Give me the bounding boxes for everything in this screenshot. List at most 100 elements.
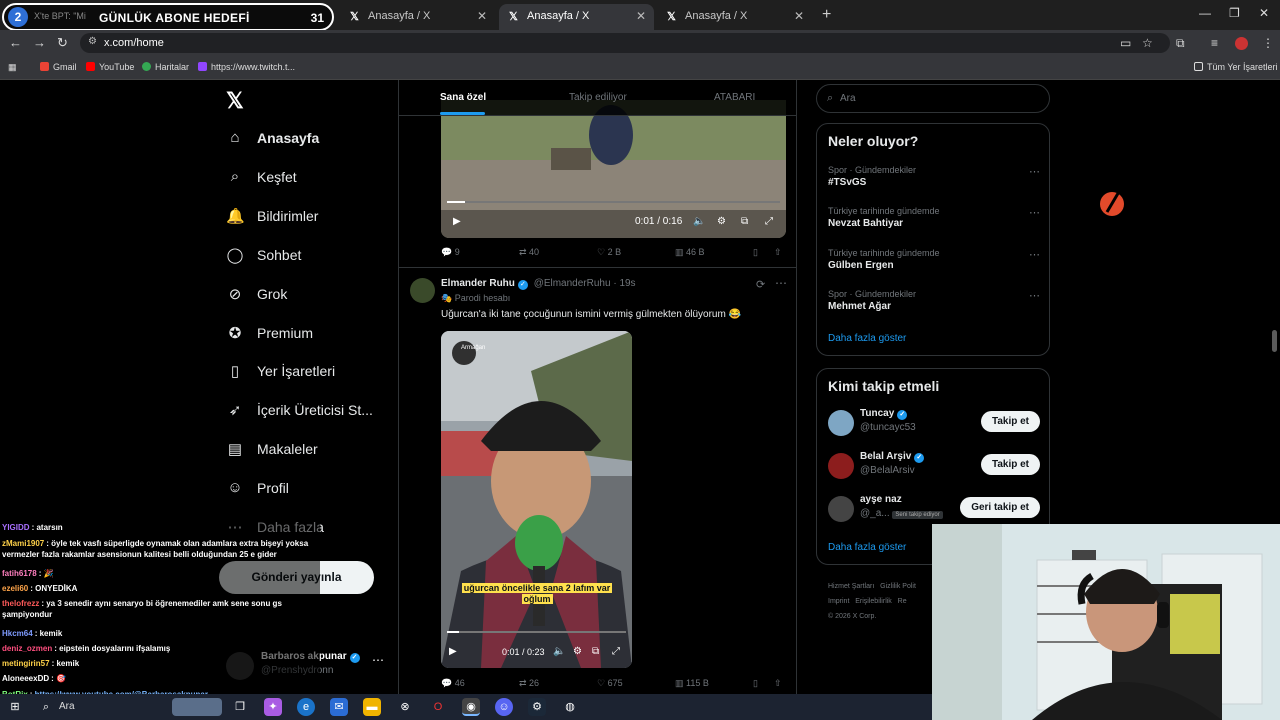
close-tab-icon[interactable]: ✕ [636,9,646,23]
opera-icon[interactable]: O [429,698,447,716]
more-dots-icon[interactable]: ⋯ [1029,248,1040,261]
profile-avatar-icon[interactable] [1235,37,1248,50]
follow-button[interactable]: Takip et [980,411,1040,432]
more-dots-icon[interactable]: ⋯ [775,276,787,290]
back-icon[interactable]: ← [9,35,22,50]
tab-atabari[interactable]: ATABARI [714,92,755,103]
search-input[interactable]: ⌕ Ara [816,84,1050,113]
widgets-icon[interactable] [172,698,222,716]
settings-icon[interactable]: ⚙ [573,646,582,657]
show-more-link[interactable]: Daha fazla göster [828,333,906,344]
edge-icon[interactable]: e [297,698,315,716]
like-button[interactable]: ♡ 2 B [597,247,621,258]
bookmark-maps[interactable]: Haritalar [142,62,189,72]
reply-button[interactable]: 💬 9 [441,247,460,258]
scrollbar[interactable] [1272,330,1277,352]
follow-suggestion[interactable]: Belal Arşiv ✓ @BelalArsiv Takip et [828,451,1040,485]
x-logo-icon[interactable]: 𝕏 [226,88,244,114]
forward-icon[interactable]: → [33,35,46,50]
settings-icon[interactable]: ⚙ [717,216,726,227]
file-explorer-icon[interactable]: ▬ [363,698,381,716]
views-button[interactable]: ▥ 46 B [675,247,705,258]
menu-icon[interactable]: ⋮ [1262,36,1274,50]
steam-icon[interactable]: ⚙ [528,698,546,716]
volume-icon[interactable]: 🔈 [693,216,705,227]
all-bookmarks[interactable]: Tüm Yer İşaretleri [1194,62,1278,72]
tweet[interactable]: Elmander Ruhu ✓ @ElmanderRuhu · 19s ⟳ ⋯ 🎭… [399,267,796,717]
author-name[interactable]: Elmander Ruhu [441,278,515,289]
video-player[interactable]: Armağan uğurcan öncelikle sana 2 lafım v… [441,331,632,668]
trend-item[interactable]: Spor · Gündemdekiler Mehmet Ağar ⋯ [828,289,1040,323]
tab-following[interactable]: Takip ediliyor [569,92,627,103]
mail-icon[interactable]: ✉ [330,698,348,716]
video-player[interactable]: ▶ 0:01 / 0:16 🔈 ⚙ ⧉ ⤢ [441,100,786,238]
footer-link[interactable]: Gizlilik Polit [880,583,916,590]
more-dots-icon[interactable]: ⋯ [1029,165,1040,178]
minimize-icon[interactable]: — [1199,6,1211,20]
cast-icon[interactable]: ▭ [1120,36,1131,50]
browser-tab-active[interactable]: 𝕏 Anasayfa / X ✕ [499,4,654,30]
follow-button[interactable]: Takip et [980,454,1040,475]
address-bar[interactable]: ⚙ x.com/home [80,33,1170,53]
obs-icon[interactable]: ◍ [561,698,579,716]
grok-icon[interactable]: ⟳ [756,278,765,291]
bookmark-youtube[interactable]: YouTube [86,62,134,72]
trend-item[interactable]: Spor · Gündemdekiler #TSvGS ⋯ [828,165,1040,199]
browser-tab[interactable]: 𝕏 Anasayfa / X ✕ [340,4,495,30]
restore-icon[interactable]: ❐ [1229,6,1240,20]
more-dots-icon[interactable]: ⋯ [1029,206,1040,219]
like-button[interactable]: ♡ 675 [597,678,623,689]
xbox-icon[interactable]: ⊗ [396,698,414,716]
play-icon[interactable]: ▶ [453,216,461,227]
follow-suggestion[interactable]: ayşe naz @_a... Seni takip ediyor Geri t… [828,494,1040,528]
fullscreen-icon[interactable]: ⤢ [612,646,620,657]
bookmark-twitch[interactable]: https://www.twitch.t... [198,62,295,72]
bookmark-star-icon[interactable]: ☆ [1142,36,1153,50]
footer-link[interactable]: Erişilebilirlik [855,598,892,605]
volume-icon[interactable]: 🔈 [553,646,565,657]
close-tab-icon[interactable]: ✕ [794,9,804,23]
show-more-link[interactable]: Daha fazla göster [828,542,906,553]
follow-suggestion[interactable]: Tuncay ✓ @tuncayc53 Takip et [828,408,1040,442]
bookmark-icon[interactable]: ▯ [753,247,758,258]
share-icon[interactable]: ⇧ [774,678,782,689]
trend-item[interactable]: Türkiye tarihinde gündemde Gülben Ergen ⋯ [828,248,1040,282]
task-view-icon[interactable]: ❒ [231,698,249,716]
copilot-icon[interactable]: ✦ [264,698,282,716]
pip-icon[interactable]: ⧉ [741,216,748,227]
media-icon[interactable]: ≡ [1211,36,1218,50]
new-tab-icon[interactable]: + [822,6,831,24]
footer-link[interactable]: Re [898,598,907,605]
windows-start-icon[interactable]: ⊞ [6,698,24,716]
fullscreen-icon[interactable]: ⤢ [765,216,773,227]
follow-back-button[interactable]: Geri takip et [960,497,1040,518]
trend-item[interactable]: Türkiye tarihinde gündemde Nevzat Bahtiya… [828,206,1040,240]
bookmark-icon[interactable]: ▯ [753,678,758,689]
footer-link[interactable]: Hizmet Şartları [828,583,874,590]
browser-tab[interactable]: 𝕏 Anasayfa / X ✕ [657,4,812,30]
more-dots-icon[interactable]: ⋯ [1029,289,1040,302]
chrome-icon[interactable]: ◉ [462,698,480,716]
play-icon[interactable]: ▶ [449,646,457,657]
close-tab-icon[interactable]: ✕ [477,9,487,23]
author-handle[interactable]: @ElmanderRuhu [534,278,611,289]
discord-icon[interactable]: ☺ [495,698,513,716]
footer-link[interactable]: Imprint [828,598,849,605]
close-window-icon[interactable]: ✕ [1259,6,1269,20]
apps-icon[interactable]: ▦ [8,62,17,73]
repost-button[interactable]: ⇄ 40 [519,247,539,258]
share-icon[interactable]: ⇧ [774,247,782,258]
pip-icon[interactable]: ⧉ [592,646,599,657]
repost-button[interactable]: ⇄ 26 [519,678,539,689]
more-dots-icon[interactable]: ⋯ [372,653,384,667]
bookmark-gmail[interactable]: Gmail [40,62,77,72]
reply-button[interactable]: 💬 46 [441,678,465,689]
search-icon[interactable]: ⌕ [37,698,55,716]
extensions-icon[interactable]: ⧉ [1176,36,1185,51]
tweet-time[interactable]: 19s [619,278,635,289]
site-info-icon[interactable]: ⚙ [88,36,97,47]
tab-for-you[interactable]: Sana özel [440,92,486,103]
avatar[interactable] [410,278,435,303]
reload-icon[interactable]: ↻ [57,35,68,51]
views-button[interactable]: ▥ 115 B [675,678,709,689]
